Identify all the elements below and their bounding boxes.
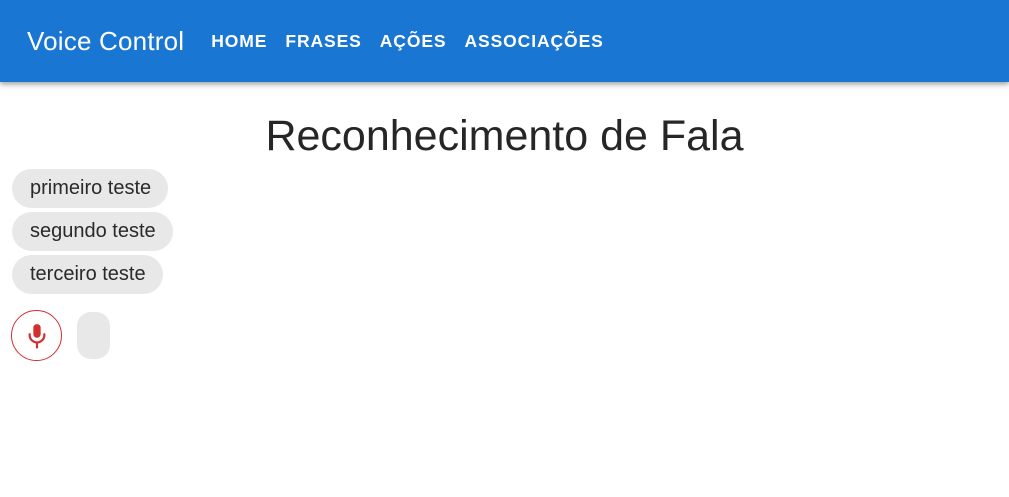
app-bar: Voice Control HOME FRASES AÇÕES ASSOCIAÇ…: [0, 0, 1009, 82]
phrase-chip[interactable]: terceiro teste: [12, 255, 163, 294]
microphone-icon: [28, 323, 45, 349]
nav-home[interactable]: HOME: [202, 23, 276, 60]
phrase-chip[interactable]: primeiro teste: [12, 169, 169, 208]
phrase-list: primeiro teste segundo teste terceiro te…: [12, 169, 173, 294]
page-title: Reconhecimento de Fala: [265, 112, 744, 160]
nav-acoes[interactable]: AÇÕES: [371, 23, 456, 60]
nav-associacoes[interactable]: ASSOCIAÇÕES: [455, 23, 612, 60]
brand-title[interactable]: Voice Control: [27, 26, 184, 57]
nav-frases[interactable]: FRASES: [276, 23, 370, 60]
main-nav: HOME FRASES AÇÕES ASSOCIAÇÕES: [202, 23, 612, 60]
transcript-display: [77, 312, 110, 359]
phrase-chip[interactable]: segundo teste: [12, 212, 173, 251]
microphone-button[interactable]: [11, 310, 62, 361]
